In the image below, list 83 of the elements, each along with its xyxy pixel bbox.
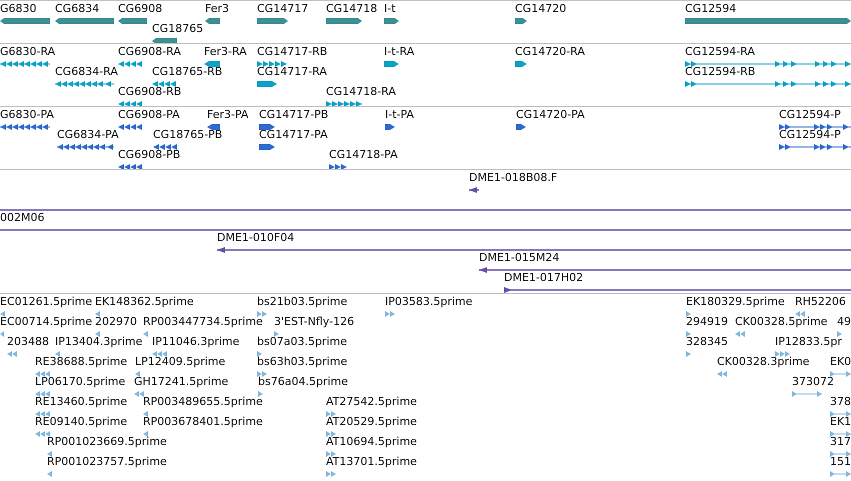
- feature-label: AT10694.5prime: [326, 435, 417, 448]
- feature-label: 203488: [7, 335, 49, 348]
- feature-label: CG14717-RA: [257, 65, 327, 78]
- feature-label: EK0: [830, 355, 851, 368]
- feature-label: EC01261.5prime: [0, 295, 92, 308]
- feature-label: CG14720-RA: [515, 45, 585, 58]
- feature-label: G6830: [0, 2, 37, 15]
- feature-label: CG12594-P: [779, 108, 841, 121]
- feature-label: CG14717-RB: [257, 45, 328, 58]
- feature-label: LP12409.5prime: [135, 355, 226, 368]
- feature-label: CG14718-RA: [326, 85, 396, 98]
- feature-label: CG6908: [118, 2, 162, 15]
- feature-label: 373072: [792, 375, 834, 388]
- feature-label: G6830-RA: [0, 45, 56, 58]
- feature-label: RH52206: [795, 295, 846, 308]
- feature-label: DME1-018B08.F: [469, 171, 558, 184]
- feature-label: RP001023669.5prime: [47, 435, 167, 448]
- feature-label: GH17241.5prime: [134, 375, 228, 388]
- feature-label: Fer3: [205, 2, 230, 15]
- feature-label: DME1-015M24: [479, 251, 560, 264]
- feature-label: RP003678401.5prime: [143, 415, 263, 428]
- feature-label: CG14717: [257, 2, 308, 15]
- feature-label: IP13404.3prime: [55, 335, 142, 348]
- feature-label: CG12594-P: [779, 128, 841, 141]
- feature-label: I-t: [384, 2, 396, 15]
- feature-label: RP003489655.5prime: [143, 395, 263, 408]
- feature-label: 3'EST-Nfly-126: [274, 315, 354, 328]
- feature-label: I-t-PA: [385, 108, 414, 121]
- feature-label: CG6834-RA: [55, 65, 118, 78]
- feature-label: 378: [830, 395, 851, 408]
- feature-label: CG14720: [515, 2, 566, 15]
- feature-label: RE09140.5prime: [35, 415, 128, 428]
- feature-label: CG14717-PB: [259, 108, 328, 121]
- feature-label: DME1-010F04: [217, 231, 294, 244]
- feature-label: bs07a03.5prime: [257, 335, 347, 348]
- feature-label: IP12833.5pr: [775, 335, 842, 348]
- feature-label: 328345: [686, 335, 728, 348]
- feature-label: I-t-RA: [384, 45, 414, 58]
- feature-label: EK1: [830, 415, 851, 428]
- feature-label: RE38688.5prime: [35, 355, 128, 368]
- feature-label: G6830-PA: [0, 108, 54, 121]
- feature-label: EK148362.5prime: [95, 295, 194, 308]
- feature-label: bs21b03.5prime: [257, 295, 348, 308]
- feature-label: IP03583.5prime: [385, 295, 472, 308]
- feature-label: CG6834: [55, 2, 100, 15]
- feature-label: RE13460.5prime: [35, 395, 128, 408]
- feature-label: CG12594-RB: [685, 65, 756, 78]
- feature-label: AT20529.5prime: [326, 415, 417, 428]
- feature-label: IP11046.3prime: [152, 335, 240, 348]
- feature-label: LP06170.5prime: [35, 375, 126, 388]
- feature-label: RP003447734.5prime: [143, 315, 263, 328]
- feature-label: DME1-017H02: [504, 271, 584, 284]
- feature-label: CG18765-RB: [152, 65, 222, 78]
- feature-label: CG6834-PA: [57, 128, 119, 141]
- feature-label: Fer3-RA: [204, 45, 247, 58]
- feature-label: 151: [830, 455, 851, 468]
- feature-label: CG12594: [685, 2, 736, 15]
- feature-label: CK00328.3prime: [717, 355, 810, 368]
- feature-label: CG14720-PA: [516, 108, 585, 121]
- feature-label: CG6908-PB: [118, 148, 180, 161]
- feature-label: CG14717-PA: [259, 128, 328, 141]
- feature-label: 294919: [686, 315, 728, 328]
- feature-label: 317: [830, 435, 851, 448]
- feature-label: CG18765-PB: [153, 128, 222, 141]
- feature-label: CG14718: [326, 2, 378, 15]
- feature-label: CG14718-PA: [329, 148, 398, 161]
- feature-label: AT13701.5prime: [326, 455, 417, 468]
- feature-label: 202970: [95, 315, 137, 328]
- feature-label: RP001023757.5prime: [47, 455, 167, 468]
- feature-label: CG6908-RB: [118, 85, 182, 98]
- feature-label: CG12594-RA: [685, 45, 755, 58]
- feature-label: 002M06: [0, 211, 44, 224]
- feature-label: EK180329.5prime: [686, 295, 785, 308]
- feature-label: CG18765: [152, 22, 204, 35]
- feature-label: AT27542.5prime: [326, 395, 417, 408]
- feature-label: 49: [837, 315, 851, 328]
- feature-label: CK00328.5prime: [735, 315, 828, 328]
- feature-label: Fer3-PA: [207, 108, 248, 121]
- feature-label: CG6908-PA: [118, 108, 180, 121]
- feature-label: EC00714.5prime: [0, 315, 92, 328]
- feature-label: bs63h03.5prime: [257, 355, 348, 368]
- feature-label: bs76a04.5prime: [258, 375, 348, 388]
- feature-label: CG6908-RA: [118, 45, 181, 58]
